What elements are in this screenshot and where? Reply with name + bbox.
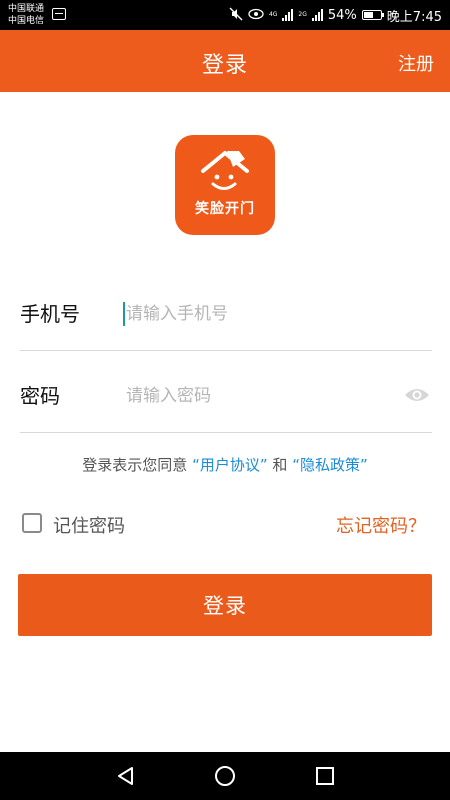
network-type-2: 2G (298, 11, 307, 18)
nav-home-icon[interactable] (213, 764, 237, 788)
system-nav-bar (0, 752, 450, 800)
phone-row: 手机号 (20, 268, 432, 351)
logo-text: 笑脸开门 (195, 201, 255, 217)
privacy-policy-link[interactable]: “隐私政策” (292, 456, 368, 474)
agreement-text: 登录表示您同意 “用户协议” 和 “隐私政策” (0, 454, 450, 475)
signal-icon (311, 9, 323, 21)
page-title: 登录 (201, 53, 248, 78)
forgot-password-link[interactable]: 忘记密码？ (336, 512, 426, 538)
password-label: 密码 (20, 384, 60, 408)
signal-icon (282, 9, 294, 21)
mute-icon (229, 7, 243, 24)
remember-password-checkbox[interactable] (22, 513, 42, 533)
status-icons: 4G 2G 54% 晚上7:45 (229, 6, 442, 25)
app-logo: 笑脸开门 (175, 135, 275, 235)
battery-percent: 54% (327, 7, 357, 23)
battery-icon (361, 10, 384, 20)
nav-recent-icon[interactable] (313, 764, 337, 788)
login-button[interactable]: 登录 (18, 574, 432, 636)
carrier-2: 中国电信 (8, 16, 45, 26)
eye-icon[interactable] (404, 386, 430, 404)
phone-input[interactable] (124, 301, 386, 327)
app-header: 登录 注册 (0, 30, 450, 92)
password-input[interactable] (124, 383, 386, 409)
carrier-names: 中国联通 中国电信 (8, 3, 44, 27)
status-bar: 中国联通 中国电信 4G 2G 54% 晚上7:45 (0, 0, 450, 30)
agreement-conjunction: 和 (272, 456, 288, 474)
remember-password-label[interactable]: 记住密码 (53, 512, 125, 538)
register-link[interactable]: 注册 (398, 50, 434, 76)
eye-comfort-icon (248, 8, 264, 23)
carrier-1: 中国联通 (8, 4, 45, 14)
user-agreement-link[interactable]: “用户协议” (192, 456, 268, 474)
phone-label: 手机号 (20, 302, 80, 326)
network-type-1: 4G (268, 11, 278, 18)
password-row: 密码 (20, 350, 432, 433)
activity-icon (52, 8, 66, 20)
agreement-prefix: 登录表示您同意 (82, 456, 188, 474)
clock: 晚上7:45 (386, 9, 442, 25)
nav-back-icon[interactable] (114, 764, 138, 788)
smile-house-icon (201, 151, 249, 190)
